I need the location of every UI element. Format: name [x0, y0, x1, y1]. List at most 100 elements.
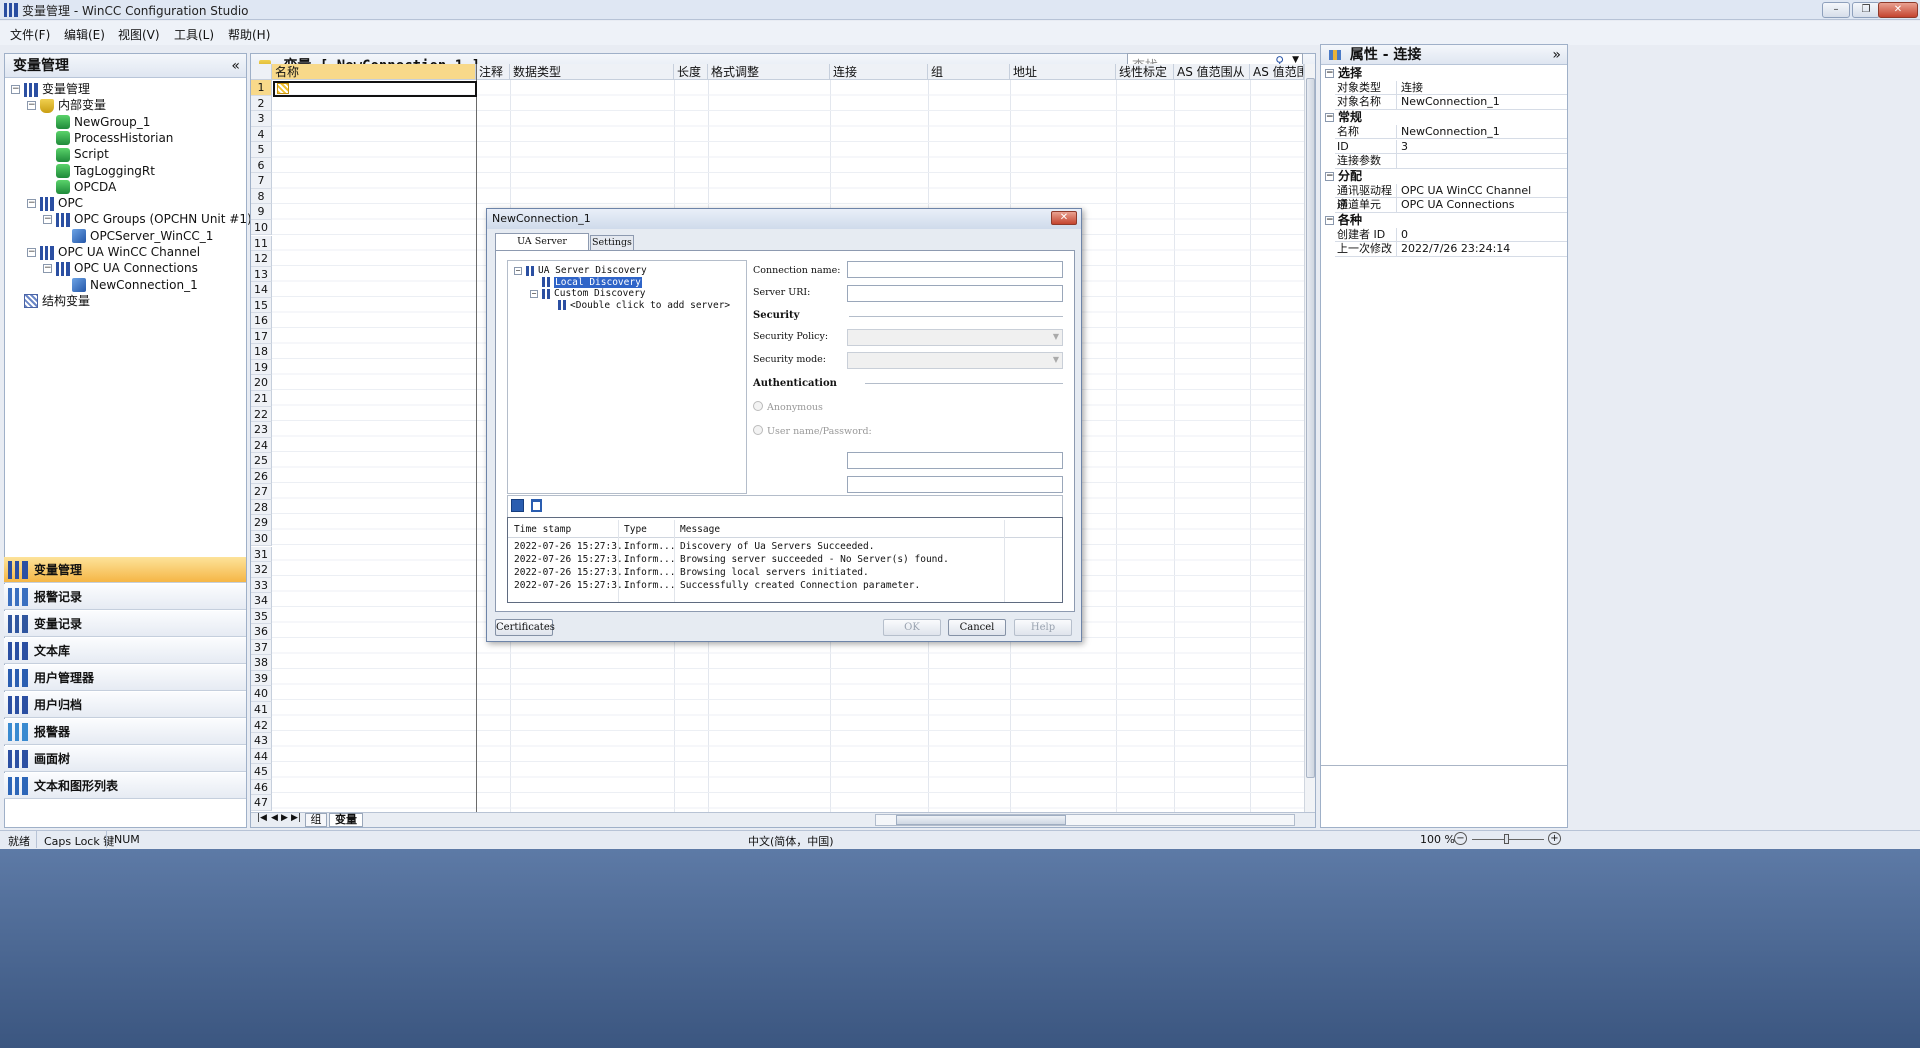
certificates-button[interactable]: Certificates: [495, 619, 555, 636]
column-header[interactable]: 注释: [476, 64, 510, 80]
property-row[interactable]: 创建者 ID 0: [1335, 227, 1567, 243]
log-column-header[interactable]: Time stamp: [514, 524, 571, 535]
row-header[interactable]: 16: [251, 313, 272, 329]
collapse-icon[interactable]: −: [1325, 171, 1334, 181]
vertical-scrollbar[interactable]: [1304, 64, 1315, 812]
menu-file[interactable]: 文件(F): [10, 26, 50, 43]
row-header[interactable]: 8: [251, 188, 272, 205]
property-row[interactable]: 连接参数: [1335, 154, 1567, 169]
column-header[interactable]: 地址: [1010, 64, 1116, 80]
security-policy-select[interactable]: ▼: [847, 329, 1063, 346]
property-section[interactable]: − 选择: [1321, 66, 1567, 81]
row-header[interactable]: 34: [251, 593, 272, 609]
collapse-icon[interactable]: −: [530, 289, 538, 298]
property-section[interactable]: − 常规: [1321, 110, 1567, 125]
nav-button[interactable]: 文本库: [4, 638, 246, 664]
row-header[interactable]: 5: [251, 142, 272, 158]
row-header[interactable]: 42: [251, 717, 272, 734]
selected-cell[interactable]: [273, 81, 477, 97]
row-header[interactable]: 6: [251, 157, 272, 174]
row-header[interactable]: 19: [251, 359, 272, 376]
row-header[interactable]: 7: [251, 173, 272, 189]
collapse-icon[interactable]: −: [27, 248, 36, 257]
row-header[interactable]: 18: [251, 344, 272, 360]
cancel-button[interactable]: Cancel: [948, 619, 1006, 636]
log-column-header[interactable]: Message: [680, 524, 720, 535]
close-button[interactable]: ✕: [1878, 2, 1918, 18]
tree-item[interactable]: − 变量管理: [11, 80, 90, 98]
row-header[interactable]: 9: [251, 204, 272, 220]
tree-item[interactable]: − OPC: [27, 194, 83, 212]
nav-button[interactable]: 报警记录: [4, 584, 246, 610]
nav-button[interactable]: 文本和图形列表: [4, 773, 246, 799]
menu-help[interactable]: 帮助(H): [228, 26, 270, 43]
row-header[interactable]: 30: [251, 530, 272, 547]
property-row[interactable]: 通讯驱动程序 OPC UA WinCC Channel: [1335, 183, 1567, 211]
horizontal-scrollbar[interactable]: [875, 814, 1295, 826]
tree-item[interactable]: − OPC Groups (OPCHN Unit #1): [43, 210, 252, 228]
maximize-button[interactable]: ❐: [1852, 2, 1880, 18]
row-header[interactable]: 17: [251, 328, 272, 345]
tree-item[interactable]: NewConnection_1: [59, 276, 198, 294]
property-row[interactable]: 上一次修改 2022/7/26 23:24:14: [1335, 242, 1567, 258]
row-header[interactable]: 31: [251, 546, 272, 562]
prev-sheet-icon[interactable]: ◀: [271, 813, 278, 823]
row-header[interactable]: 40: [251, 686, 272, 702]
nav-button[interactable]: 变量管理: [4, 557, 246, 583]
save-icon[interactable]: [511, 499, 524, 512]
collapse-icon[interactable]: −: [43, 215, 52, 225]
collapse-icon[interactable]: −: [43, 264, 52, 274]
row-header[interactable]: 28: [251, 499, 272, 516]
row-header[interactable]: 4: [251, 126, 272, 143]
tree-item[interactable]: 结构变量: [11, 292, 90, 310]
username-input[interactable]: [847, 452, 1063, 469]
row-header[interactable]: 15: [251, 297, 272, 314]
horizontal-scroll-thumb[interactable]: [896, 815, 1066, 825]
column-header[interactable]: 格式调整: [708, 64, 830, 80]
row-header[interactable]: 32: [251, 562, 272, 578]
tree-item[interactable]: TagLoggingRt: [43, 162, 155, 180]
column-header[interactable]: 长度: [674, 64, 708, 80]
collapse-icon[interactable]: −: [27, 101, 36, 111]
tree-item[interactable]: Script: [43, 145, 109, 163]
discovery-tree-item[interactable]: − Custom Discovery: [530, 288, 646, 300]
server-uri-input[interactable]: [847, 285, 1063, 302]
row-header[interactable]: 47: [251, 795, 272, 811]
delete-icon[interactable]: [531, 499, 542, 512]
row-header[interactable]: 12: [251, 251, 272, 267]
row-header[interactable]: 44: [251, 748, 272, 765]
collapse-icon[interactable]: −: [1325, 69, 1334, 78]
tree-item[interactable]: NewGroup_1: [43, 113, 150, 131]
nav-button[interactable]: 用户归档: [4, 692, 246, 718]
property-row[interactable]: 对象类型 连接: [1335, 80, 1567, 96]
password-input[interactable]: [847, 476, 1063, 493]
property-row[interactable]: ID 3: [1335, 139, 1567, 155]
zoom-out-icon[interactable]: −: [1454, 832, 1467, 845]
row-header[interactable]: 10: [251, 219, 272, 236]
row-header[interactable]: 11: [251, 235, 272, 251]
discovery-tree-item[interactable]: Local Discovery: [530, 276, 642, 289]
minimize-button[interactable]: –: [1822, 2, 1850, 18]
next-sheet-icon[interactable]: ▶: [281, 813, 288, 823]
row-header[interactable]: 25: [251, 453, 272, 469]
row-header[interactable]: 36: [251, 624, 272, 640]
tab-tags[interactable]: 变量: [329, 813, 363, 827]
property-row[interactable]: 通道单元 OPC UA Connections: [1335, 198, 1567, 213]
column-header[interactable]: 数据类型: [510, 64, 674, 80]
discovery-tree-item[interactable]: <Double click to add server>: [546, 300, 730, 312]
grid-corner[interactable]: [251, 64, 272, 80]
tree-item[interactable]: − OPC UA Connections: [43, 259, 198, 277]
row-header[interactable]: 27: [251, 484, 272, 500]
row-header[interactable]: 39: [251, 670, 272, 687]
row-header[interactable]: 14: [251, 282, 272, 298]
row-header[interactable]: 1: [251, 80, 272, 96]
tree-item[interactable]: OPCDA: [43, 178, 116, 196]
column-header[interactable]: 连接: [830, 64, 928, 80]
menu-view[interactable]: 视图(V): [118, 26, 160, 43]
row-header[interactable]: 38: [251, 655, 272, 671]
menu-edit[interactable]: 编辑(E): [64, 26, 105, 43]
discovery-tree-item[interactable]: − UA Server Discovery: [514, 265, 647, 277]
property-section[interactable]: − 分配: [1321, 169, 1567, 184]
row-header[interactable]: 26: [251, 468, 272, 485]
security-mode-select[interactable]: ▼: [847, 352, 1063, 369]
